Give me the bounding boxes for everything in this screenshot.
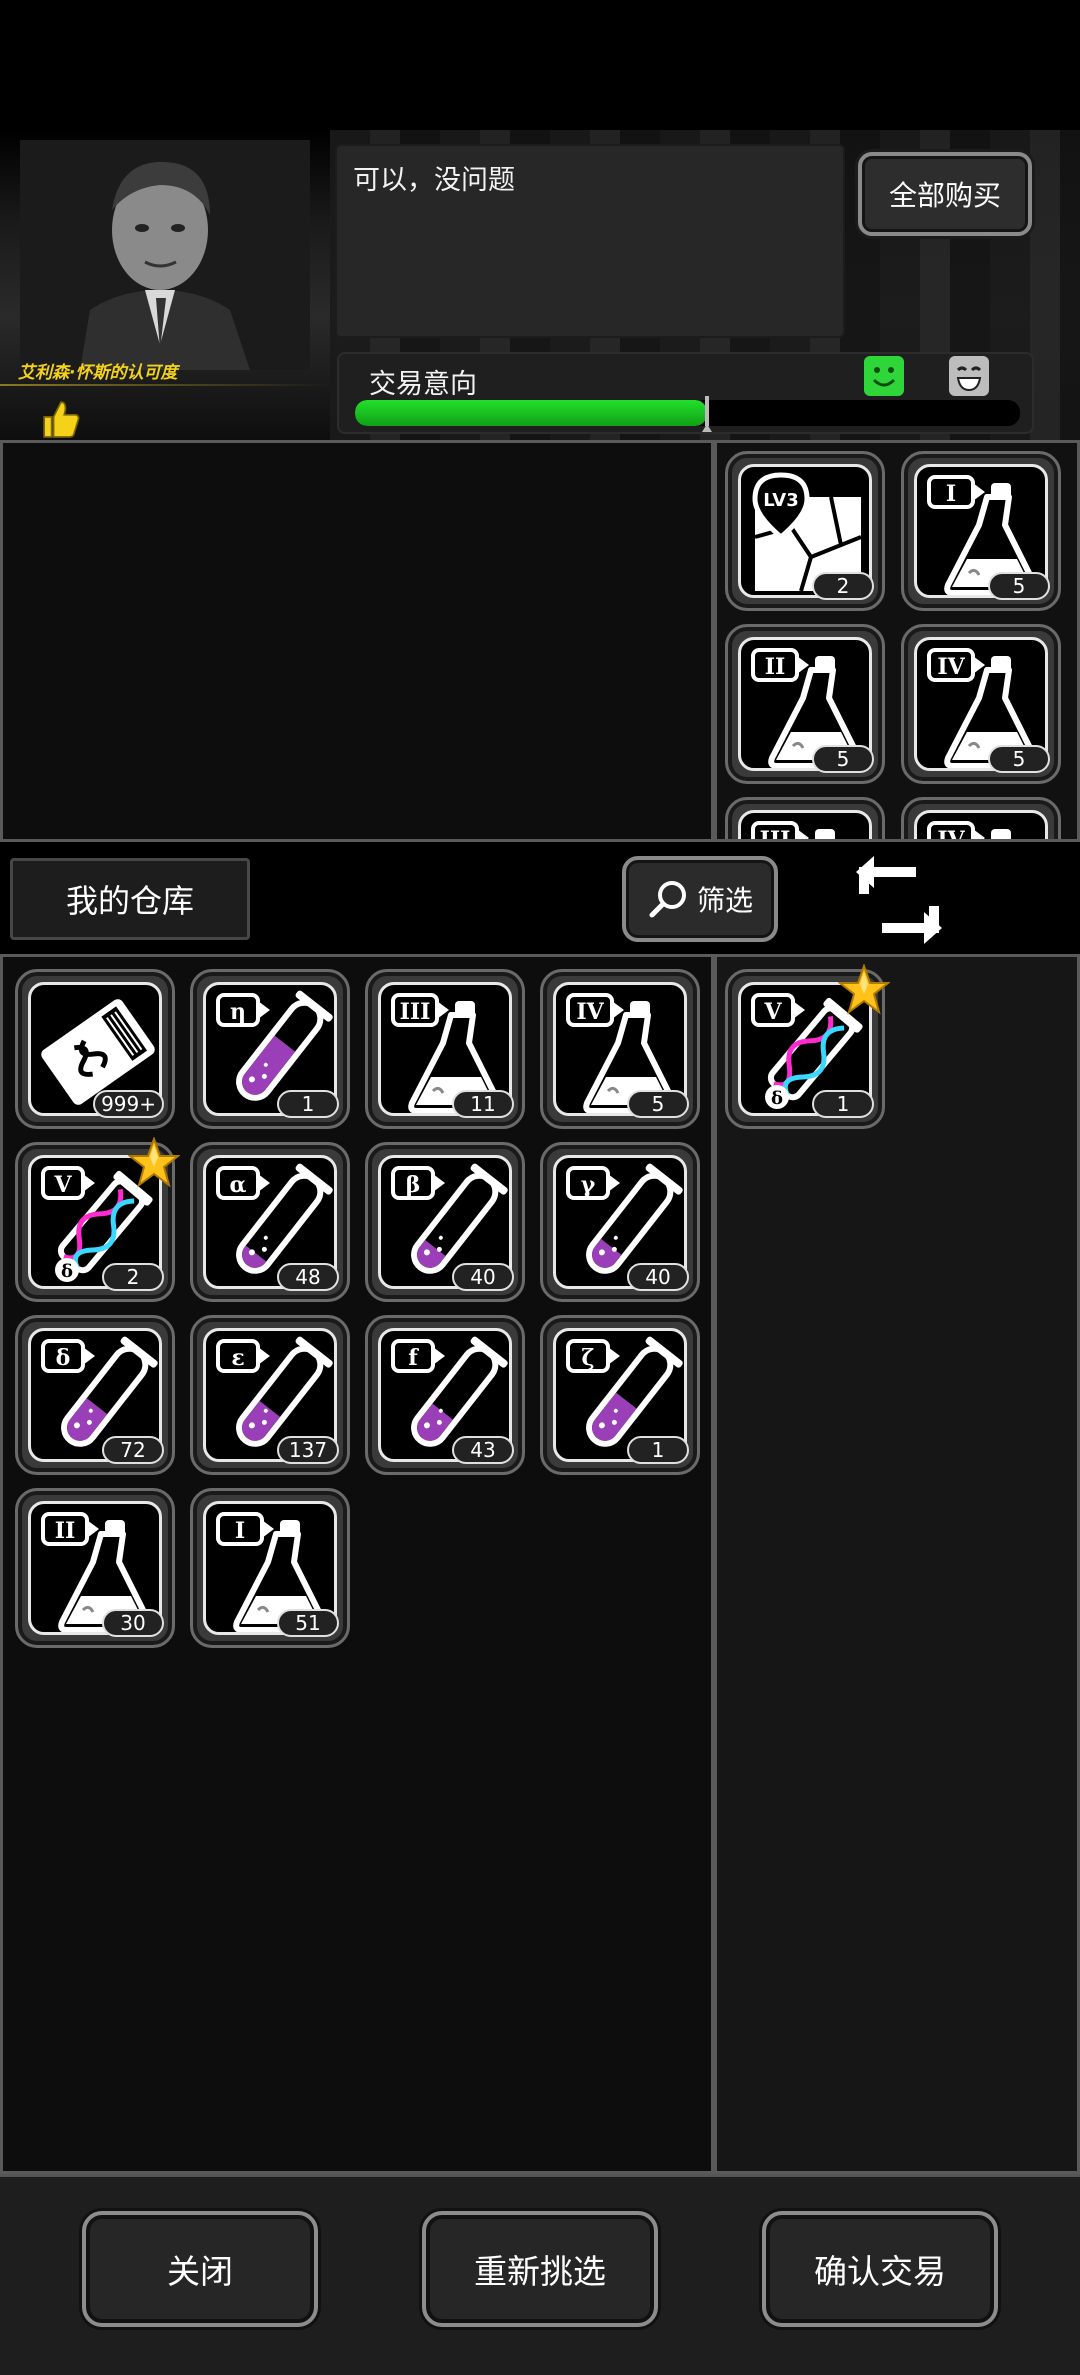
trader-item-slot[interactable]: III [725, 797, 885, 842]
svg-text:II: II [55, 1518, 76, 1544]
favor-divider [0, 384, 330, 386]
svg-text:LV3: LV3 [763, 490, 798, 511]
item-count-badge: 1 [277, 1090, 339, 1118]
inventory-item-slot[interactable]: II 30 [15, 1488, 175, 1648]
npc-speech-text: 可以，没问题 [353, 165, 515, 196]
item-count-badge: 2 [812, 572, 874, 600]
flask-icon: III [738, 810, 872, 842]
trade-intent-label: 交易意向 [369, 369, 477, 400]
svg-text:V: V [763, 999, 782, 1025]
intent-marker-icon [702, 396, 713, 432]
inventory-item-slot[interactable]: III 11 [365, 969, 525, 1129]
item-count-badge: 999+ [93, 1090, 164, 1118]
svg-text:I: I [235, 1518, 245, 1544]
trader-item-slot[interactable]: II 5 [725, 624, 885, 784]
npc-portrait: 艾利森·怀斯的认可度 [0, 130, 335, 440]
buy-all-button[interactable]: 全部购买 [858, 152, 1032, 236]
item-count-badge: 1 [812, 1090, 874, 1118]
selected-items-panel[interactable]: V δ 1 [714, 954, 1080, 2174]
svg-text:ζ: ζ [581, 1345, 594, 1371]
svg-text:III: III [400, 999, 431, 1025]
trade-intent-fill [355, 400, 708, 426]
svg-text:III: III [760, 827, 791, 842]
flask-icon: IV [914, 810, 1048, 842]
item-count-badge: 1 [627, 1436, 689, 1464]
filter-label: 筛选 [696, 884, 753, 917]
svg-text:β: β [406, 1172, 421, 1198]
item-count-badge: 43 [452, 1436, 514, 1464]
confirm-trade-button[interactable]: 确认交易 [762, 2211, 998, 2327]
svg-text:η: η [230, 999, 246, 1025]
inventory-item-slot[interactable]: δ 72 [15, 1315, 175, 1475]
happy-face-icon [864, 356, 904, 396]
svg-text:δ: δ [771, 1088, 783, 1109]
npc-face-image [20, 140, 310, 370]
inventory-item-slot[interactable]: α 48 [190, 1142, 350, 1302]
inventory-item-slot[interactable]: γ 40 [540, 1142, 700, 1302]
svg-text:δ: δ [61, 1261, 73, 1282]
thumbs-up-icon [43, 401, 80, 438]
inventory-item-slot[interactable]: 999+ [15, 969, 175, 1129]
inventory-item-slot[interactable]: ε 137 [190, 1315, 350, 1475]
star-icon [128, 1137, 180, 1188]
trade-offer-area[interactable] [0, 440, 714, 842]
inventory-item-slot[interactable]: I 51 [190, 1488, 350, 1648]
item-count-badge: 5 [812, 745, 874, 773]
star-icon [838, 964, 890, 1015]
inventory-item-slot[interactable]: ζ 1 [540, 1315, 700, 1475]
svg-text:δ: δ [56, 1345, 71, 1371]
svg-text:f: f [408, 1345, 419, 1371]
trader-item-slot[interactable]: I 5 [901, 451, 1061, 611]
item-count-badge: 11 [452, 1090, 514, 1118]
svg-text:ε: ε [231, 1345, 244, 1371]
item-count-badge: 51 [277, 1609, 339, 1637]
svg-text:IV: IV [937, 654, 965, 680]
item-count-badge: 5 [627, 1090, 689, 1118]
item-count-badge: 137 [277, 1436, 339, 1464]
selected-item-slot[interactable]: V δ 1 [725, 964, 890, 1129]
action-bar: 关闭 重新挑选 确认交易 [0, 2174, 1080, 2375]
item-count-badge: 40 [627, 1263, 689, 1291]
trader-goods-panel[interactable]: LV3 2 I 5 II 5 IV 5 III IV [714, 440, 1080, 842]
item-count-badge: 48 [277, 1263, 339, 1291]
npc-speech-box: 可以，没问题 [335, 144, 845, 338]
inventory-item-slot[interactable]: V δ 2 [15, 1137, 180, 1302]
item-count-badge: 72 [102, 1436, 164, 1464]
my-warehouse-tab[interactable]: 我的仓库 [10, 858, 250, 940]
item-count-badge: 40 [452, 1263, 514, 1291]
svg-text:γ: γ [581, 1172, 596, 1198]
trade-intent-panel: 交易意向 [337, 352, 1034, 434]
item-count-badge: 2 [102, 1263, 164, 1291]
grin-face-icon [949, 356, 989, 396]
svg-text:II: II [765, 654, 786, 680]
item-count-badge: 5 [988, 572, 1050, 600]
warehouse-toolbar: 我的仓库 筛选 [0, 842, 1080, 954]
inventory-item-slot[interactable]: β 40 [365, 1142, 525, 1302]
trader-item-slot[interactable]: IV 5 [901, 624, 1061, 784]
item-count-badge: 5 [988, 745, 1050, 773]
svg-text:α: α [230, 1172, 247, 1198]
item-count-badge: 30 [102, 1609, 164, 1637]
npc-favor-label: 艾利森·怀斯的认可度 [18, 363, 178, 383]
trader-item-slot[interactable]: IV [901, 797, 1061, 842]
swap-icon[interactable] [856, 854, 942, 946]
warehouse-grid[interactable]: 999+ η 1 III 11 IV 5 V δ 2 α 48 β 40 γ 4… [0, 954, 714, 2174]
trade-header: 艾利森·怀斯的认可度 可以，没问题 全部购买 交易意向 [0, 130, 1080, 440]
inventory-item-slot[interactable]: f 43 [365, 1315, 525, 1475]
reselect-button[interactable]: 重新挑选 [422, 2211, 658, 2327]
svg-text:IV: IV [937, 827, 965, 842]
trader-item-slot[interactable]: LV3 2 [725, 451, 885, 611]
inventory-item-slot[interactable]: η 1 [190, 969, 350, 1129]
filter-button[interactable]: 筛选 [622, 856, 778, 942]
svg-text:I: I [946, 481, 956, 507]
trade-intent-bar [355, 400, 1020, 426]
inventory-item-slot[interactable]: IV 5 [540, 969, 700, 1129]
search-icon [649, 881, 686, 918]
close-button[interactable]: 关闭 [82, 2211, 318, 2327]
svg-text:IV: IV [576, 999, 604, 1025]
svg-text:V: V [53, 1172, 72, 1198]
